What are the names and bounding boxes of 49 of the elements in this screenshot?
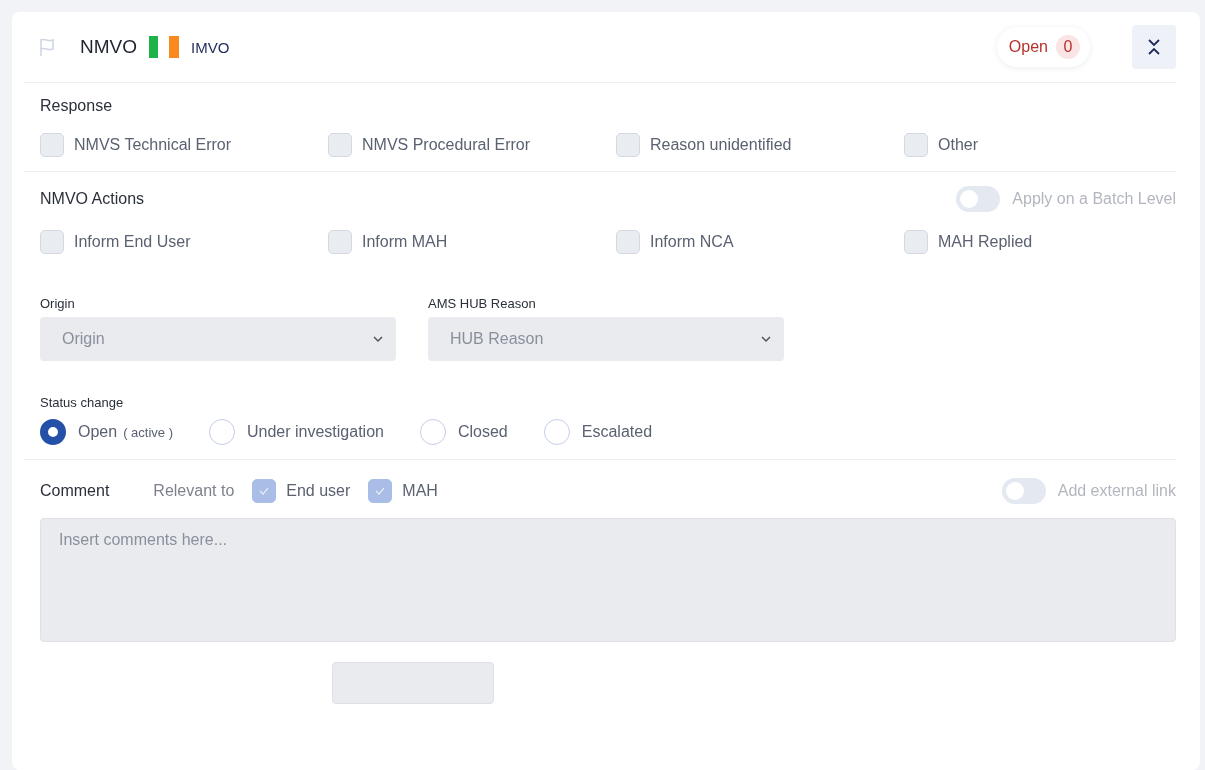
comment-field[interactable]: Insert comments here... [40, 518, 1176, 642]
checkbox[interactable] [40, 133, 64, 157]
checkbox[interactable] [616, 230, 640, 254]
checkbox[interactable] [904, 133, 928, 157]
checkbox-option[interactable]: NMVS Procedural Error [328, 133, 616, 157]
checkbox[interactable] [328, 230, 352, 254]
section-title: Response [40, 97, 113, 114]
country-code: IMVO [191, 38, 230, 56]
collapse-button[interactable] [1132, 25, 1176, 69]
check-icon [375, 487, 386, 495]
checkbox-option[interactable]: Inform End User [40, 230, 328, 254]
toggle-switch[interactable] [956, 186, 1001, 212]
field-label: Origin [40, 296, 76, 311]
radio-option[interactable]: Escalated [543, 419, 653, 445]
checkbox-option[interactable]: Other [904, 133, 1192, 157]
collapse-icon [1147, 38, 1161, 56]
country-flag-icon [149, 36, 179, 58]
status-count: 0 [1056, 35, 1080, 59]
chevron-down-icon [372, 335, 384, 343]
checkbox-option[interactable]: Inform MAH [328, 230, 616, 254]
toggle-label: Add external link [1057, 482, 1176, 500]
toggle-label: Apply on a Batch Level [1012, 190, 1176, 208]
checkbox-option[interactable]: End user [252, 479, 351, 503]
status-label: Open [1008, 38, 1048, 56]
toggle-switch[interactable] [1001, 478, 1046, 504]
checkbox[interactable] [368, 479, 393, 503]
chevron-down-icon [760, 335, 772, 343]
checkbox-option[interactable]: NMVS Technical Error [40, 133, 328, 157]
radio-option[interactable]: Under investigation [209, 419, 384, 445]
checkbox[interactable] [904, 230, 928, 254]
radio-option[interactable]: Closed [419, 419, 508, 445]
radio-option[interactable]: Open ( active ) [40, 419, 173, 445]
checkbox-option[interactable]: MAH [368, 479, 438, 503]
checkbox[interactable] [40, 230, 64, 254]
checkbox-option[interactable]: MAH Replied [904, 230, 1192, 254]
radio-button[interactable] [40, 419, 66, 445]
checkbox[interactable] [328, 133, 352, 157]
checkbox[interactable] [252, 479, 277, 503]
checkbox-option[interactable]: Inform NCA [616, 230, 904, 254]
checkbox-option[interactable]: Reason unidentified [616, 133, 904, 157]
comment-label: Comment [40, 482, 110, 500]
panel-title: NMVO [80, 36, 137, 58]
check-icon [259, 487, 270, 495]
relevant-label: Relevant to [153, 482, 235, 500]
action-button[interactable] [332, 662, 494, 704]
field-label: AMS HUB Reason [428, 296, 537, 311]
field-label: Status change [40, 395, 124, 410]
checkbox[interactable] [616, 133, 640, 157]
section-title: NMVO Actions [40, 190, 145, 208]
